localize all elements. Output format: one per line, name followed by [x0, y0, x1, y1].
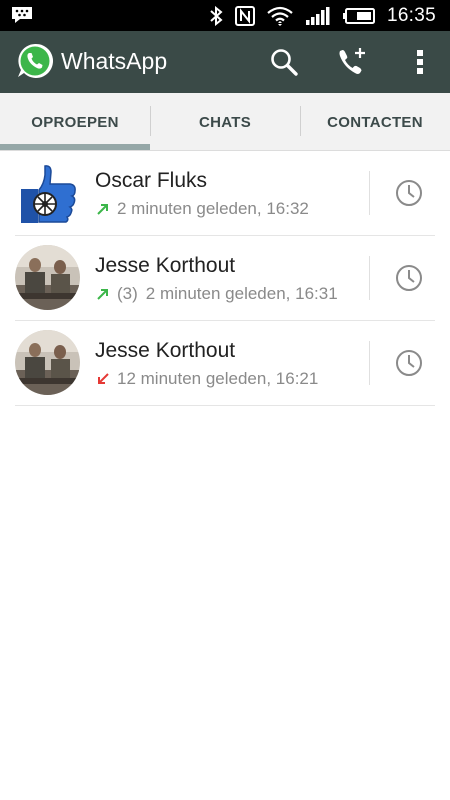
row-divider: [369, 256, 370, 300]
call-details: 12 minuten geleden, 16:21: [95, 369, 318, 389]
call-history-button[interactable]: [394, 263, 424, 293]
status-time: 16:35: [386, 4, 436, 26]
app-bar: WhatsApp: [0, 31, 450, 93]
battery-icon: [342, 7, 375, 24]
thumbs-up-avatar[interactable]: [15, 160, 80, 225]
call-row[interactable]: Jesse Korthout 12 minuten geleden, 16:21: [0, 321, 450, 406]
new-call-button[interactable]: [334, 44, 370, 80]
call-details: 2 minuten geleden, 16:32: [95, 199, 309, 219]
missed-call-arrow-icon: [98, 373, 109, 384]
wifi-icon: [267, 5, 293, 27]
contact-name: Jesse Korthout: [95, 339, 236, 362]
overflow-menu-button[interactable]: [402, 44, 438, 80]
app-title: WhatsApp: [61, 48, 168, 74]
clock-icon: [396, 265, 422, 291]
whatsapp-logo-icon: [16, 42, 54, 80]
call-history-button[interactable]: [394, 178, 424, 208]
nfc-icon: [234, 5, 255, 26]
row-separator: [15, 405, 435, 406]
call-row[interactable]: Oscar Fluks 2 minuten geleden, 16:32: [0, 151, 450, 236]
call-history-button[interactable]: [394, 348, 424, 378]
search-button[interactable]: [266, 44, 302, 80]
row-divider: [369, 171, 370, 215]
call-list: Oscar Fluks 2 minuten geleden, 16:32 Jes…: [0, 151, 450, 406]
tab-oproepen[interactable]: OPROEPEN: [0, 93, 150, 151]
photo-avatar[interactable]: [15, 245, 80, 310]
clock-icon: [396, 350, 422, 376]
call-time: 12 minuten geleden, 16:21: [117, 369, 319, 388]
photo-avatar[interactable]: [15, 330, 80, 395]
call-time: 2 minuten geleden, 16:32: [117, 199, 309, 218]
call-row[interactable]: Jesse Korthout (3) 2 minuten geleden, 16…: [0, 236, 450, 321]
clock-icon: [396, 180, 422, 206]
signal-icon: [305, 6, 331, 26]
tab-contacten[interactable]: CONTACTEN: [300, 93, 450, 151]
status-bar: 16:35: [0, 0, 450, 31]
call-details: (3) 2 minuten geleden, 16:31: [95, 284, 338, 304]
outgoing-call-arrow-icon: [97, 204, 108, 215]
call-time: 2 minuten geleden, 16:31: [145, 284, 338, 303]
active-tab-indicator: [0, 144, 150, 150]
call-count: (3): [117, 284, 138, 303]
blackberry-messenger-icon: [10, 5, 34, 25]
contact-name: Oscar Fluks: [95, 169, 208, 192]
bluetooth-icon: [209, 5, 223, 26]
row-divider: [369, 341, 370, 385]
new-call-icon: [339, 48, 365, 74]
search-icon: [271, 49, 298, 76]
tab-bar: OPROEPEN CHATS CONTACTEN: [0, 93, 450, 151]
tab-chats[interactable]: CHATS: [150, 93, 300, 151]
overflow-menu-icon: [417, 50, 423, 74]
outgoing-call-arrow-icon: [97, 289, 108, 300]
contact-name: Jesse Korthout: [95, 254, 236, 277]
